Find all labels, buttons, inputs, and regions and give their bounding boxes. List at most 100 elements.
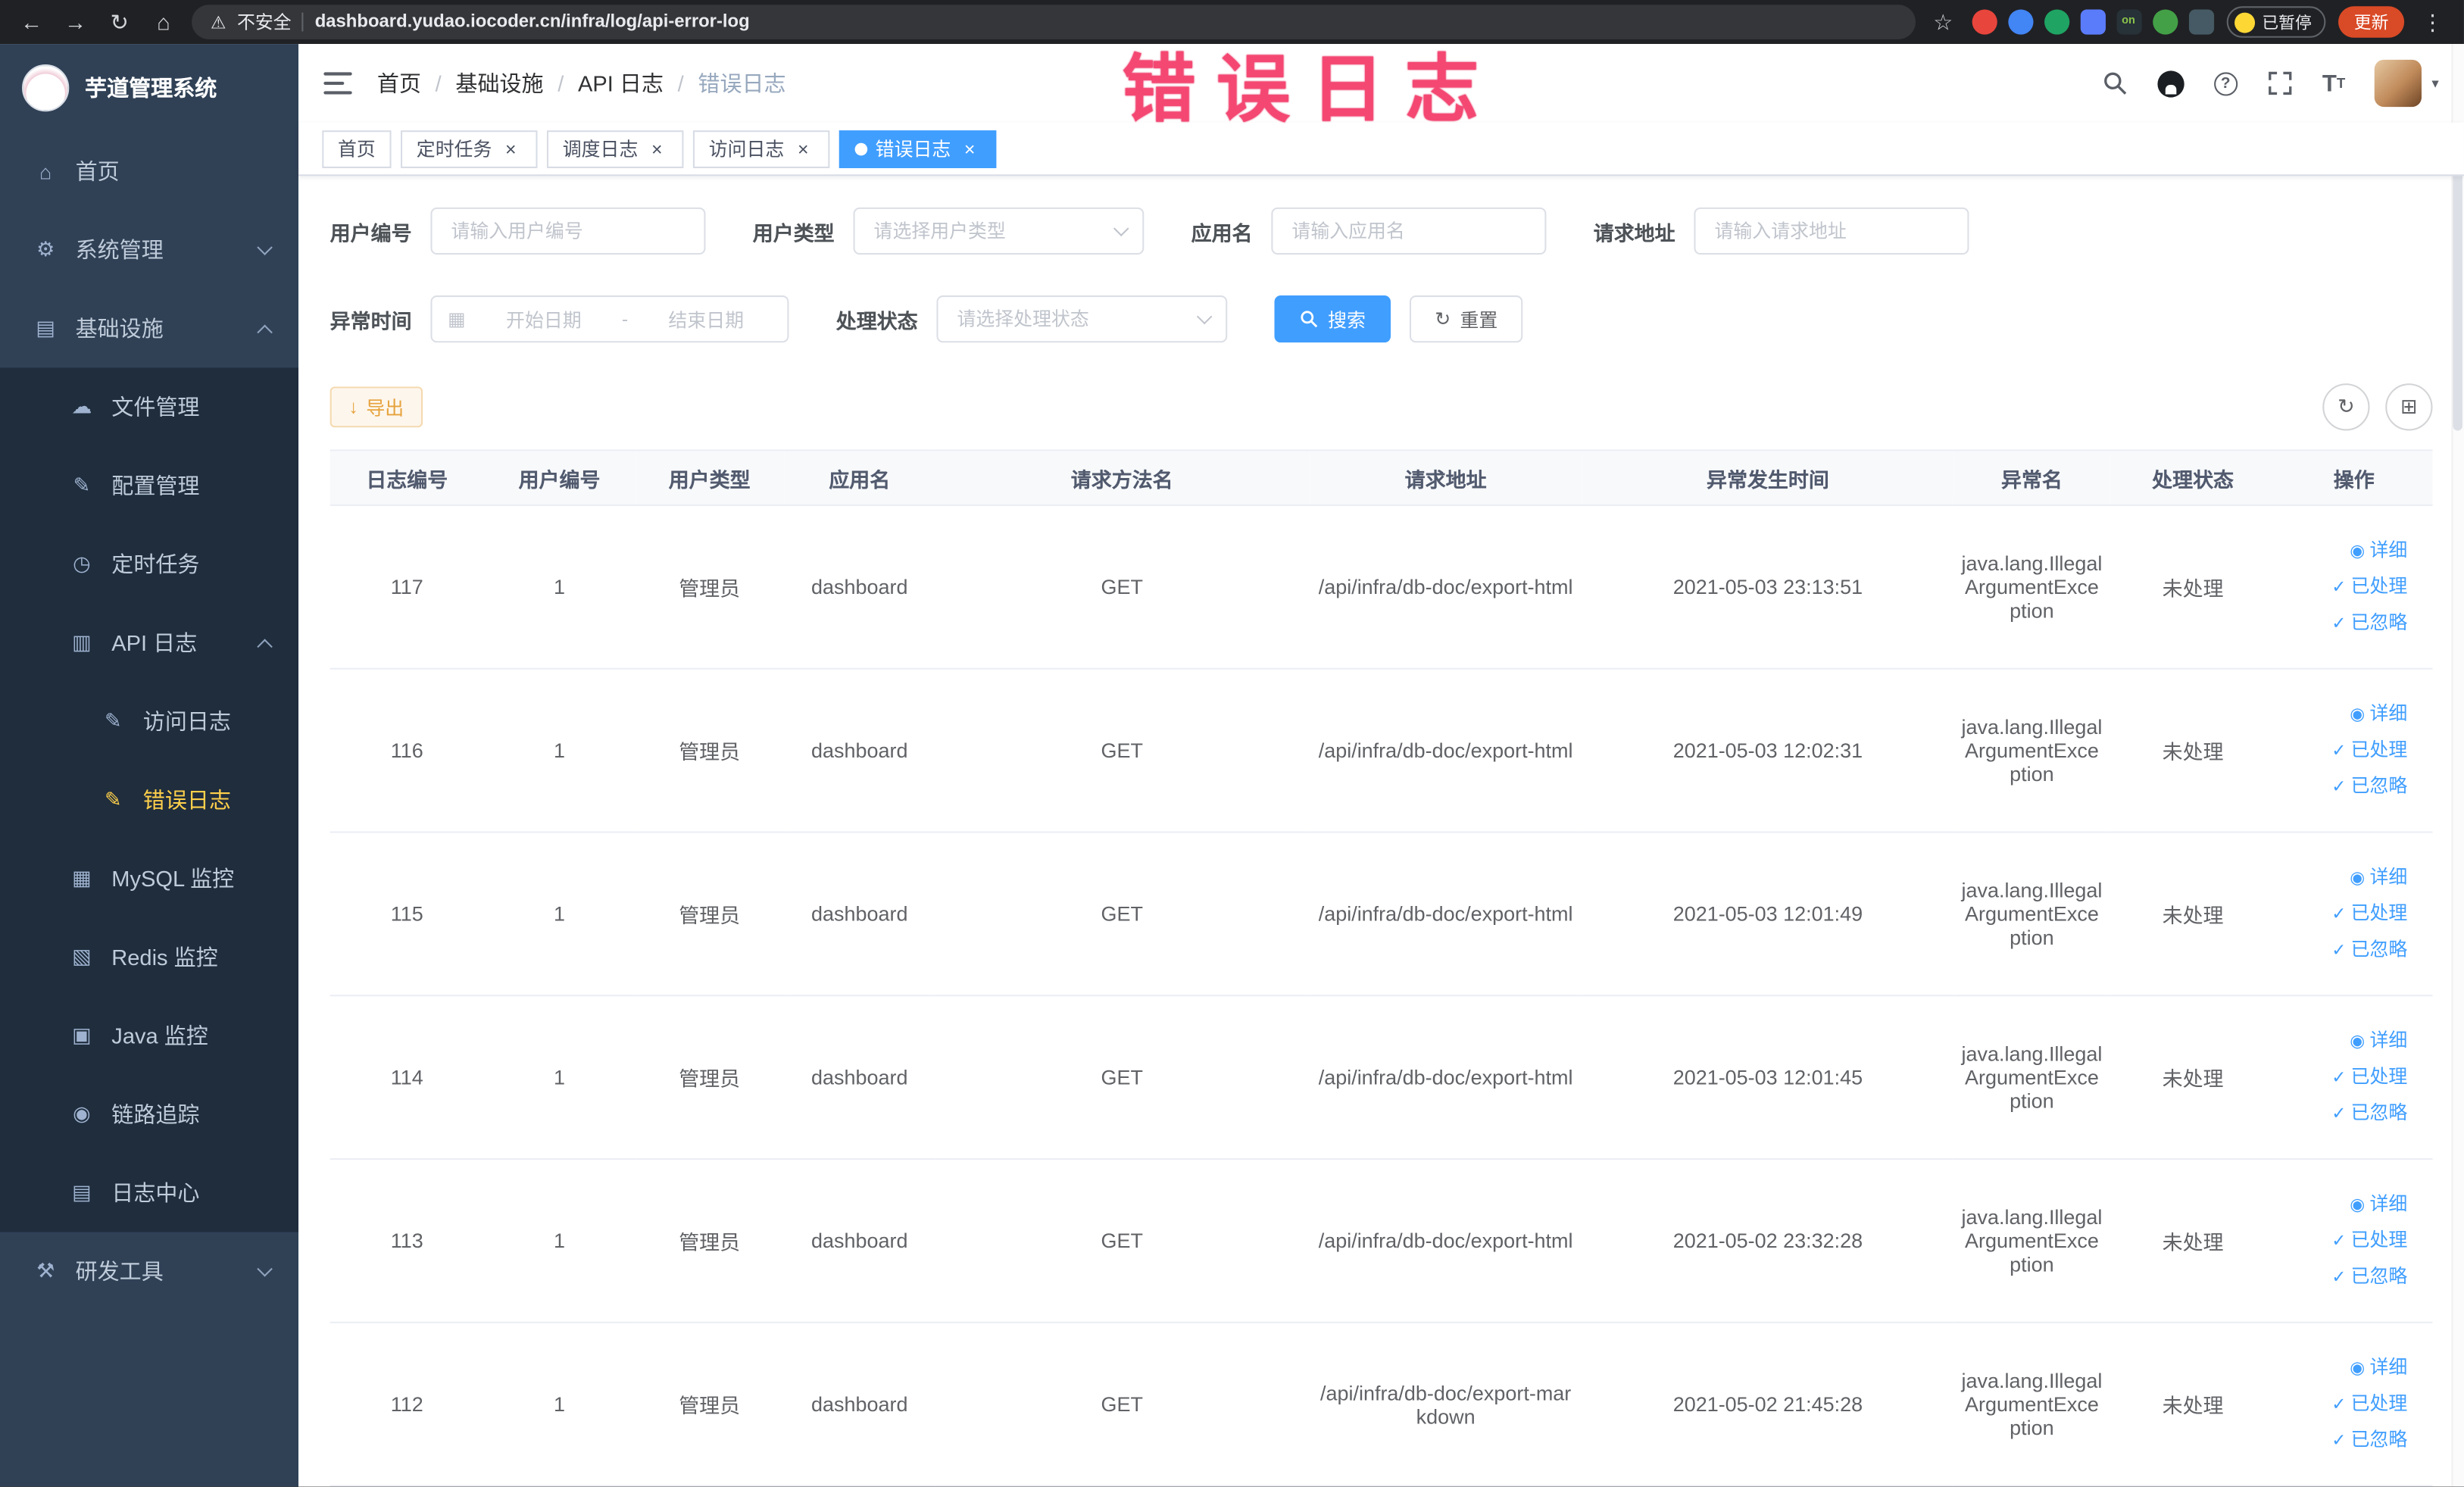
- sidebar-item-mysql-monitor[interactable]: ▦ MySQL 监控: [0, 839, 298, 918]
- mark-processed-link[interactable]: ✓ 已处理: [2281, 569, 2407, 605]
- user-type-select[interactable]: [853, 207, 1145, 255]
- date-end-placeholder[interactable]: 结束日期: [641, 306, 772, 333]
- close-icon[interactable]: ×: [959, 138, 981, 160]
- close-icon[interactable]: ×: [792, 138, 814, 160]
- home-icon[interactable]: ⌂: [148, 9, 179, 34]
- extension-icon[interactable]: [1971, 9, 1997, 35]
- column-settings-button[interactable]: ⊞: [2385, 383, 2433, 431]
- mark-processed-link[interactable]: ✓ 已处理: [2281, 1223, 2407, 1259]
- search-icon[interactable]: [2102, 70, 2127, 95]
- sidebar-item-file-management[interactable]: ☁ 文件管理: [0, 367, 298, 446]
- browser-update-button[interactable]: 更新: [2338, 6, 2405, 38]
- page-scrollbar[interactable]: [2451, 44, 2464, 1487]
- bookmark-star-icon[interactable]: ☆: [1927, 8, 1958, 35]
- table-row[interactable]: 112 1 管理员 dashboard GET /api/infra/db-do…: [329, 1322, 2433, 1487]
- cell-user-type: 管理员: [635, 505, 785, 670]
- sidebar-item-scheduled-tasks[interactable]: ◷ 定时任务: [0, 525, 298, 604]
- breadcrumb-item[interactable]: 首页: [377, 67, 421, 98]
- user-menu[interactable]: ▾: [2375, 59, 2439, 108]
- table-row[interactable]: 117 1 管理员 dashboard GET /api/infra/db-do…: [329, 505, 2433, 670]
- date-start-placeholder[interactable]: 开始日期: [478, 306, 609, 333]
- reset-button[interactable]: ↻ 重置: [1410, 295, 1523, 343]
- sidebar-item-java-monitor[interactable]: ▣ Java 监控: [0, 996, 298, 1075]
- back-icon[interactable]: ←: [16, 9, 47, 34]
- mark-ignored-link[interactable]: ✓ 已忽略: [2281, 1095, 2407, 1132]
- mark-processed-link[interactable]: ✓ 已处理: [2281, 896, 2407, 932]
- date-range-picker[interactable]: ▦ 开始日期 - 结束日期: [430, 295, 789, 343]
- extension-icon[interactable]: on: [2116, 9, 2141, 35]
- detail-link[interactable]: ◉ 详细: [2281, 696, 2407, 733]
- sidebar-item-trace[interactable]: ◉ 链路追踪: [0, 1075, 298, 1154]
- sidebar-item-config-management[interactable]: ✎ 配置管理: [0, 446, 298, 525]
- table-row[interactable]: 114 1 管理员 dashboard GET /api/infra/db-do…: [329, 995, 2433, 1161]
- table-row[interactable]: 113 1 管理员 dashboard GET /api/infra/db-do…: [329, 1159, 2433, 1323]
- detail-link[interactable]: ◉ 详细: [2281, 1186, 2407, 1223]
- detail-link[interactable]: ◉ 详细: [2281, 1350, 2407, 1386]
- scrollbar-thumb[interactable]: [2453, 132, 2462, 431]
- security-label[interactable]: 不安全: [237, 9, 292, 34]
- mark-ignored-link[interactable]: ✓ 已忽略: [2281, 932, 2407, 968]
- tab-schedule-log[interactable]: 调度日志 ×: [547, 130, 684, 167]
- refresh-button[interactable]: ↻: [2322, 383, 2370, 431]
- detail-link[interactable]: ◉ 详细: [2281, 533, 2407, 569]
- table-body: 117 1 管理员 dashboard GET /api/infra/db-do…: [329, 505, 2433, 1487]
- detail-link[interactable]: ◉ 详细: [2281, 1023, 2407, 1060]
- reload-icon[interactable]: ↻: [104, 8, 135, 35]
- github-icon[interactable]: [2157, 70, 2184, 97]
- extension-icon[interactable]: [2079, 9, 2105, 35]
- close-icon[interactable]: ×: [646, 138, 668, 160]
- extension-icon[interactable]: [2188, 9, 2214, 35]
- breadcrumb-item[interactable]: 基础设施: [455, 67, 543, 98]
- paused-chip[interactable]: 已暂停: [2225, 6, 2326, 38]
- search-button[interactable]: 搜索: [1274, 295, 1391, 343]
- table-row[interactable]: 115 1 管理员 dashboard GET /api/infra/db-do…: [329, 832, 2433, 997]
- process-status-select[interactable]: [936, 295, 1228, 343]
- avatar[interactable]: [2375, 59, 2422, 108]
- detail-link[interactable]: ◉ 详细: [2281, 860, 2407, 896]
- tab-error-log[interactable]: 错误日志 ×: [839, 130, 997, 167]
- sidebar-item-log-center[interactable]: ▤ 日志中心: [0, 1154, 298, 1232]
- help-icon[interactable]: ?: [2213, 71, 2238, 95]
- user-id-input[interactable]: [430, 207, 706, 255]
- sidebar-item-access-log[interactable]: ✎ 访问日志: [0, 682, 298, 761]
- browser-menu-icon[interactable]: ⋮: [2417, 8, 2448, 35]
- sidebar-item-redis-monitor[interactable]: ▧ Redis 监控: [0, 918, 298, 997]
- cell-log-id: 115: [329, 832, 484, 997]
- mark-ignored-link[interactable]: ✓ 已忽略: [2281, 1259, 2407, 1295]
- fullscreen-icon[interactable]: [2267, 70, 2292, 95]
- table-row[interactable]: 116 1 管理员 dashboard GET /api/infra/db-do…: [329, 668, 2433, 833]
- address-bar[interactable]: ⚠ 不安全 dashboard.yudao.iocoder.cn/infra/l…: [192, 5, 1915, 39]
- breadcrumb-item[interactable]: API 日志: [578, 67, 664, 98]
- hamburger-menu-icon[interactable]: [323, 72, 352, 95]
- extension-icon[interactable]: [2044, 9, 2069, 35]
- sidebar-item-api-log[interactable]: ▥ API 日志: [0, 604, 298, 683]
- sidebar-item-home[interactable]: ⌂ 首页: [0, 132, 298, 211]
- page-url[interactable]: dashboard.yudao.iocoder.cn/infra/log/api…: [315, 13, 750, 32]
- app-name-input[interactable]: [1271, 207, 1547, 255]
- mark-processed-link[interactable]: ✓ 已处理: [2281, 1059, 2407, 1095]
- mark-processed-link[interactable]: ✓ 已处理: [2281, 733, 2407, 769]
- mark-ignored-link[interactable]: ✓ 已忽略: [2281, 768, 2407, 804]
- process-status-label: 处理状态: [835, 308, 918, 333]
- mark-processed-link[interactable]: ✓ 已处理: [2281, 1386, 2407, 1423]
- cell-method: GET: [935, 832, 1310, 997]
- extension-icon[interactable]: [2007, 9, 2033, 35]
- extension-icon[interactable]: [2152, 9, 2178, 35]
- close-icon[interactable]: ×: [500, 138, 522, 160]
- tab-scheduled-tasks[interactable]: 定时任务 ×: [401, 130, 538, 167]
- font-size-icon[interactable]: TT: [2322, 70, 2345, 96]
- check-icon: ✓: [2331, 578, 2347, 598]
- mark-ignored-link[interactable]: ✓ 已忽略: [2281, 605, 2407, 642]
- export-button[interactable]: ↓ 导出: [329, 386, 423, 428]
- forward-icon[interactable]: →: [60, 9, 91, 34]
- sidebar-item-dev-tools[interactable]: ⚒ 研发工具: [0, 1232, 298, 1310]
- sidebar-item-error-log[interactable]: ✎ 错误日志: [0, 761, 298, 839]
- app-logo[interactable]: 芋道管理系统: [0, 44, 298, 132]
- tab-label: 定时任务: [416, 138, 492, 161]
- tab-home[interactable]: 首页: [322, 130, 392, 167]
- sidebar-item-system-management[interactable]: ⚙ 系统管理: [0, 211, 298, 289]
- tab-access-log[interactable]: 访问日志 ×: [692, 130, 830, 167]
- sidebar-item-infrastructure[interactable]: ▤ 基础设施: [0, 289, 298, 368]
- mark-ignored-link[interactable]: ✓ 已忽略: [2281, 1423, 2407, 1459]
- request-url-input[interactable]: [1694, 207, 1969, 255]
